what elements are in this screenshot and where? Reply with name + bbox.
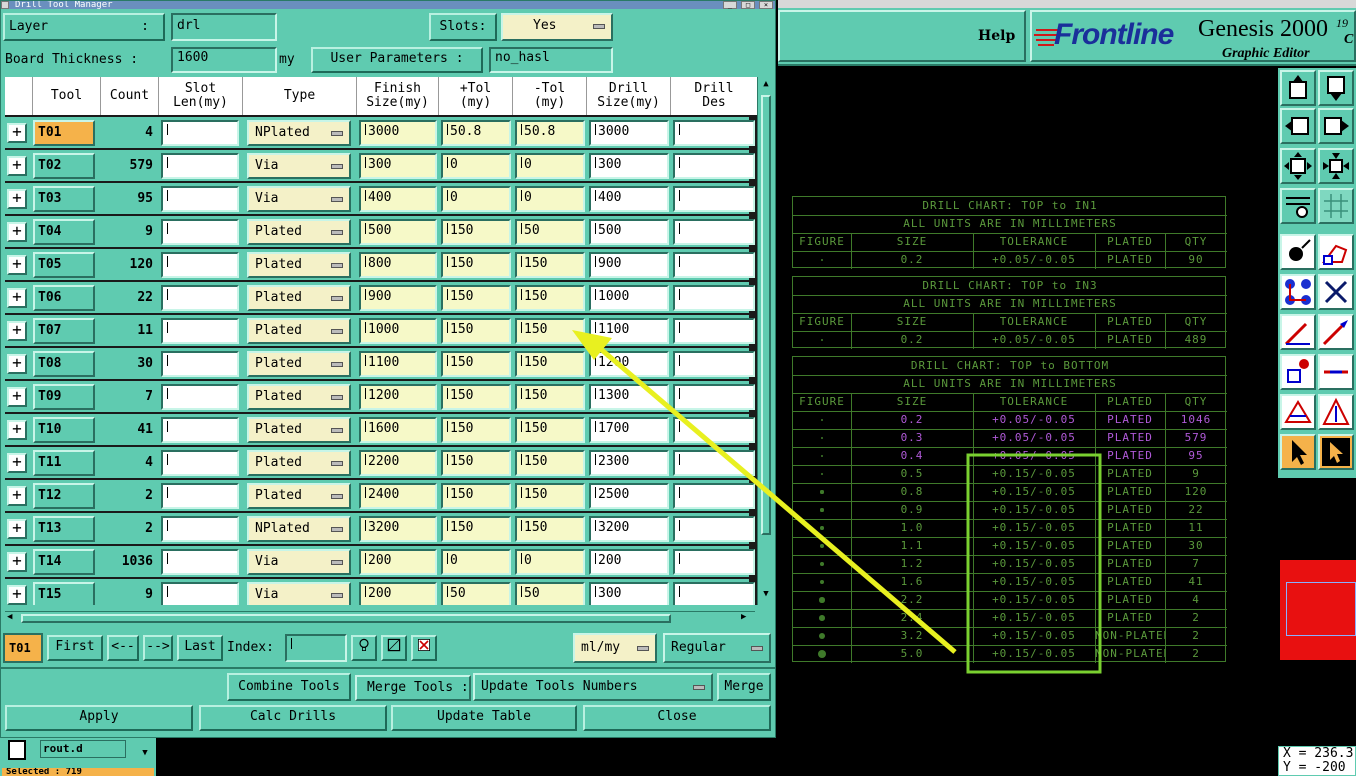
annotation-arrow-line xyxy=(594,343,957,654)
highlight-box xyxy=(966,453,1102,674)
annotation-overlay xyxy=(572,330,1102,674)
